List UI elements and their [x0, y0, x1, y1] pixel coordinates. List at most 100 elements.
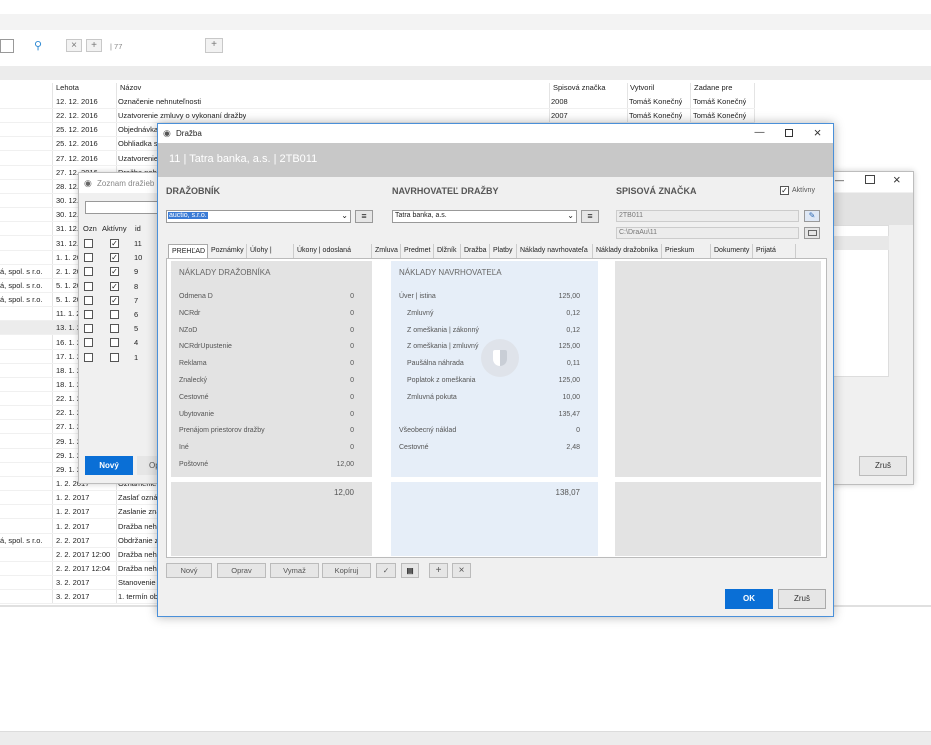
file-number-field[interactable]: 2TB011: [616, 210, 799, 222]
col-header-created[interactable]: Vytvoril: [630, 83, 654, 92]
add-button[interactable]: +: [205, 38, 223, 53]
edit-button[interactable]: Oprav: [217, 563, 266, 578]
row-deadline: 2. 2. 2017: [56, 535, 90, 545]
tab-náklady-navrhovateľa[interactable]: Náklady navrhovateľa: [517, 244, 593, 258]
minimize-icon[interactable]: —: [745, 124, 774, 141]
list-item[interactable]: 6: [79, 308, 159, 322]
table-row[interactable]: 22. 12. 2016 Uzatvorenie zmluvy o vykonan…: [0, 109, 755, 124]
auctioneer-list-button[interactable]: ≡: [355, 210, 373, 223]
copy-button[interactable]: Kopíruj: [322, 563, 371, 578]
active-checkbox[interactable]: ✓: [110, 267, 119, 277]
chevron-down-icon[interactable]: ⌄: [341, 211, 348, 220]
tab-úkony-odoslaná-pošta[interactable]: Úkony | odoslaná pošta: [294, 244, 372, 268]
mark-checkbox[interactable]: [84, 281, 93, 291]
active-checkbox[interactable]: ✓: [110, 295, 119, 305]
delete-button[interactable]: Vymaž: [270, 563, 319, 578]
row-owner: á, spol. s r.o.: [0, 295, 43, 305]
close-icon[interactable]: ×: [893, 172, 901, 187]
cost-label: Odmena D: [179, 293, 213, 300]
list-item[interactable]: 4: [79, 336, 159, 350]
excel-icon[interactable]: ▤: [401, 563, 419, 578]
proposer-select[interactable]: Tatra banka, a.s. ⌄: [392, 210, 577, 223]
chevron-down-icon[interactable]: ⌄: [567, 211, 574, 220]
close-icon[interactable]: ×: [803, 124, 832, 141]
cost-label: Paušálna náhrada: [407, 360, 464, 368]
close-icon[interactable]: ×: [452, 563, 471, 578]
col-header-file[interactable]: Spisová značka: [553, 83, 606, 92]
mark-checkbox[interactable]: [84, 267, 93, 277]
active-checkbox[interactable]: ✓: [110, 239, 119, 248]
row-name: Dražba nehn: [118, 521, 161, 531]
plus-icon[interactable]: +: [86, 39, 102, 52]
active-checkbox[interactable]: [110, 324, 119, 334]
mark-checkbox[interactable]: [84, 239, 93, 248]
tab-dlžník[interactable]: Dlžník: [434, 244, 461, 258]
mark-checkbox[interactable]: [84, 338, 93, 348]
filter-input[interactable]: [85, 201, 159, 214]
new-button[interactable]: Nový: [85, 456, 133, 475]
col-header-active[interactable]: Aktívny: [102, 224, 127, 233]
row-name: Obhliadka sc: [118, 139, 162, 149]
tab-platby[interactable]: Platby: [490, 244, 517, 258]
tab-prieskum-trhu[interactable]: Prieskum trhu: [662, 244, 711, 268]
folder-icon[interactable]: [804, 227, 820, 239]
minimize-icon[interactable]: —: [835, 175, 849, 185]
mark-checkbox[interactable]: [84, 352, 93, 362]
mark-checkbox[interactable]: [84, 253, 93, 263]
list-item[interactable]: ✓ 10: [79, 251, 159, 265]
active-checkbox[interactable]: [110, 352, 119, 362]
list-item[interactable]: ✓ 8: [79, 280, 159, 294]
list-item[interactable]: ✓ 9: [79, 265, 159, 279]
list-item[interactable]: 1: [79, 351, 159, 365]
cost-label: NCRdrUpustenie: [179, 343, 232, 351]
tab-dražba[interactable]: Dražba: [461, 244, 490, 258]
col-header-assigned[interactable]: Zadane pre: [694, 83, 732, 92]
col-header-id[interactable]: id: [135, 224, 141, 233]
col-header-mark[interactable]: Ozn: [83, 224, 97, 233]
auction-id: 5: [134, 324, 139, 334]
tab-poznámky[interactable]: Poznámky: [208, 244, 247, 258]
mark-checkbox[interactable]: [84, 295, 93, 305]
maximize-icon[interactable]: [774, 124, 803, 141]
tab-predmet[interactable]: Predmet: [401, 244, 434, 258]
list-item[interactable]: ✓ 7: [79, 294, 159, 308]
list-item[interactable]: ✓ 11: [79, 237, 159, 251]
col-header-name[interactable]: Názov: [120, 83, 141, 92]
ok-button[interactable]: OK: [725, 589, 773, 609]
new-button[interactable]: Nový: [166, 563, 212, 578]
summary-total-panel: [615, 482, 821, 556]
active-checkbox[interactable]: ✓: [110, 281, 119, 291]
cost-label: Ubytovanie: [179, 410, 215, 418]
search-input[interactable]: [0, 39, 14, 53]
search-icon[interactable]: ⚲: [31, 39, 45, 53]
maximize-icon[interactable]: [865, 175, 875, 184]
tab-prehľad[interactable]: PREHĽAD: [168, 244, 208, 259]
check-icon[interactable]: ✓: [376, 563, 396, 578]
active-checkbox[interactable]: ✓: [780, 186, 789, 195]
close-icon[interactable]: ×: [66, 39, 82, 52]
list-header: Ozn Aktívny id: [79, 224, 159, 236]
dialog-title: Dražba: [176, 129, 202, 138]
mark-checkbox[interactable]: [84, 324, 93, 334]
auctioneer-select[interactable]: auctio, s.r.o. ⌄: [166, 210, 351, 223]
tab-náklady-dražobníka[interactable]: Náklady dražobníka: [593, 244, 662, 258]
cancel-button[interactable]: Zruš: [859, 456, 907, 476]
tab-úlohy-lehoty[interactable]: Úlohy | lehoty: [247, 244, 294, 268]
edit-file-icon[interactable]: ✎: [804, 210, 820, 222]
file-number-heading: SPISOVÁ ZNAČKA: [616, 186, 697, 196]
list-item[interactable]: 5: [79, 322, 159, 336]
tab-prijatá-pošta[interactable]: Prijatá pošta: [753, 244, 796, 268]
table-row[interactable]: 12. 12. 2016 Označenie nehnuteľnosti 2008 T…: [0, 95, 755, 109]
active-checkbox[interactable]: [110, 310, 119, 319]
plus-icon[interactable]: +: [429, 563, 448, 578]
active-checkbox[interactable]: [110, 338, 119, 348]
active-checkbox[interactable]: ✓: [110, 253, 119, 263]
tab-dokumenty[interactable]: Dokumenty: [711, 244, 753, 258]
auctioneer-total-panel: 12,00: [171, 482, 372, 556]
col-header-deadline[interactable]: Lehota: [56, 83, 79, 92]
proposer-list-button[interactable]: ≡: [581, 210, 599, 223]
mark-checkbox[interactable]: [84, 310, 93, 319]
tab-zmluva[interactable]: Zmluva: [372, 244, 401, 258]
path-field[interactable]: C:\DraAu\11: [616, 227, 799, 239]
cancel-button[interactable]: Zruš: [778, 589, 826, 609]
